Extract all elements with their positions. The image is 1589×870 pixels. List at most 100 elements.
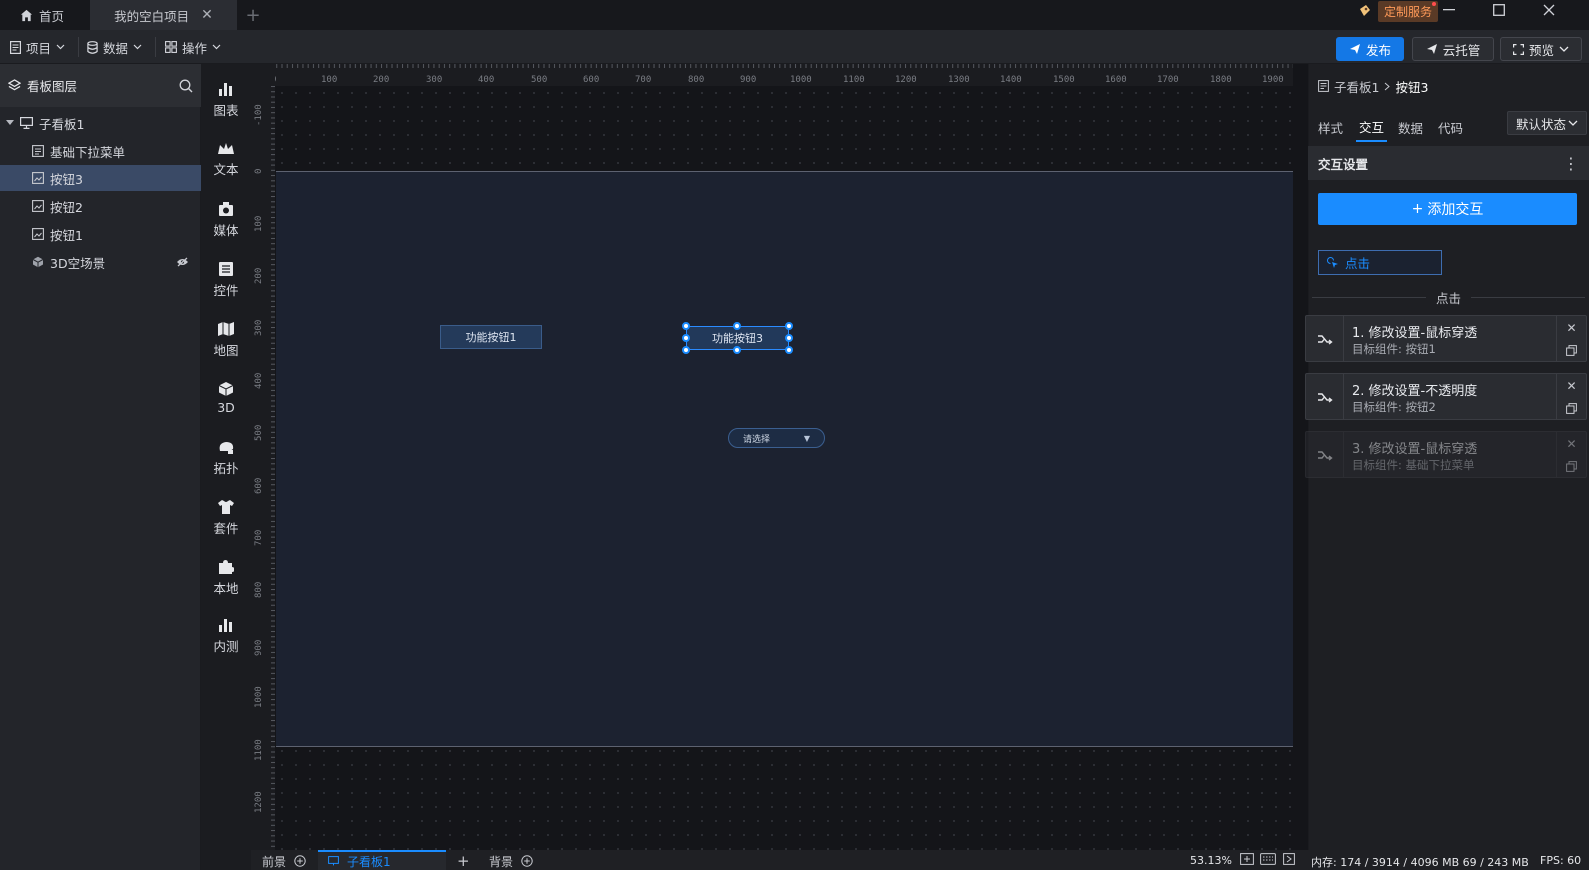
layer-item-button1[interactable]: 按钮1	[0, 221, 201, 247]
send-icon	[1349, 43, 1361, 55]
preview-button[interactable]: 预览	[1500, 37, 1582, 61]
component-text[interactable]: 文本	[201, 132, 251, 188]
chevron-down-icon[interactable]	[1559, 46, 1569, 52]
layers-header: 看板图层	[0, 64, 201, 107]
resize-handle[interactable]	[682, 346, 690, 354]
canvas-widget-dropdown[interactable]: 请选择 ▼	[728, 428, 825, 448]
add-circle-icon[interactable]	[521, 855, 533, 867]
dropdown-placeholder: 请选择	[743, 434, 771, 445]
component-media[interactable]: 媒体	[201, 192, 251, 248]
search-icon[interactable]	[179, 79, 193, 93]
maximize-icon[interactable]	[1476, 0, 1522, 20]
menu-operation-label: 操作	[182, 40, 208, 56]
ruler-tick-label: 700	[635, 75, 652, 85]
component-topology[interactable]: 拓扑	[201, 430, 251, 486]
tab-interaction[interactable]: 交互	[1356, 112, 1388, 142]
resize-handle[interactable]	[785, 334, 793, 342]
ruler-tick-label: 200	[254, 267, 264, 284]
menu-data[interactable]: 数据	[87, 30, 142, 64]
layer-item-board[interactable]: 子看板1	[0, 110, 201, 136]
state-select[interactable]: 默认状态	[1507, 111, 1587, 135]
tab-home-label: 首页	[39, 8, 65, 24]
action-title: 3. 修改设置-鼠标穿透	[1352, 442, 1478, 457]
interaction-action-1[interactable]: 1. 修改设置-鼠标穿透 目标组件: 按钮1 ✕	[1305, 315, 1587, 362]
ruler-tick-label: 400	[478, 75, 495, 85]
ruler-tick-label: 300	[426, 75, 443, 85]
component-control[interactable]: 控件	[201, 252, 251, 308]
resize-handle[interactable]	[785, 322, 793, 330]
page-tab-foreground[interactable]: 前景	[262, 852, 306, 870]
resize-handle[interactable]	[733, 322, 741, 330]
copy-icon[interactable]	[1566, 461, 1577, 472]
resize-handle[interactable]	[785, 346, 793, 354]
canvas-widget-button1[interactable]: 功能按钮1	[440, 325, 542, 349]
breadcrumb-item[interactable]: 子看板1	[1334, 77, 1379, 96]
component-local[interactable]: 本地	[201, 550, 251, 606]
trigger-click-tag[interactable]: 点击	[1318, 250, 1442, 275]
ruler-tick-label: 700	[254, 529, 264, 546]
tab-style[interactable]: 样式	[1318, 112, 1343, 142]
caret-down-icon[interactable]	[6, 120, 14, 126]
page-tab-sub-board[interactable]: 子看板1	[318, 850, 446, 870]
layer-item-3d-scene[interactable]: 3D空场景	[0, 249, 201, 275]
ruler-tick-label: 500	[531, 75, 548, 85]
toolbar-divider	[155, 37, 156, 57]
ruler-tick-label: 1600	[1105, 75, 1127, 85]
close-window-icon[interactable]	[1526, 0, 1572, 20]
interaction-action-2[interactable]: 2. 修改设置-不透明度 目标组件: 按钮2 ✕	[1305, 373, 1587, 420]
resize-handle[interactable]	[682, 334, 690, 342]
tab-home[interactable]: 首页	[8, 0, 88, 30]
tab-code[interactable]: 代码	[1438, 112, 1463, 142]
copy-icon[interactable]	[1566, 345, 1577, 356]
ruler-vertical: -100 0 100 200 300 400 500 600 700 800 9…	[251, 64, 275, 850]
board-icon	[20, 117, 33, 129]
add-page-icon[interactable]: +	[457, 852, 470, 870]
menu-project[interactable]: 项目	[10, 30, 65, 64]
more-vertical-icon[interactable]: ⋮	[1563, 154, 1579, 173]
close-icon[interactable]: ✕	[201, 7, 213, 23]
home-icon	[20, 9, 33, 22]
zoom-level[interactable]: 53.13%	[1190, 854, 1232, 867]
close-icon[interactable]: ✕	[1566, 321, 1576, 335]
close-icon[interactable]: ✕	[1566, 437, 1576, 451]
state-select-value: 默认状态	[1516, 116, 1567, 132]
component-chart[interactable]: 图表	[201, 72, 251, 128]
publish-label: 发布	[1365, 42, 1391, 58]
close-icon[interactable]: ✕	[1566, 379, 1576, 393]
layer-item-button2[interactable]: 按钮2	[0, 193, 201, 219]
resize-handle[interactable]	[682, 322, 690, 330]
tab-data[interactable]: 数据	[1398, 112, 1423, 142]
keyboard-icon[interactable]	[1260, 853, 1276, 865]
component-3d[interactable]: 3D	[201, 370, 251, 426]
add-circle-icon[interactable]	[294, 855, 306, 867]
tab-project[interactable]: 我的空白项目 ✕	[90, 0, 237, 30]
sub-board-canvas[interactable]	[276, 171, 1293, 747]
minimize-icon[interactable]	[1426, 0, 1472, 20]
component-suite[interactable]: 套件	[201, 490, 251, 546]
copy-icon[interactable]	[1566, 403, 1577, 414]
component-label: 本地	[213, 581, 239, 596]
layer-item-button3[interactable]: 按钮3	[0, 165, 201, 191]
add-tab-icon[interactable]: +	[240, 0, 266, 30]
ruler-tick-label: 800	[688, 75, 705, 85]
widget-button1-label: 功能按钮1	[465, 331, 517, 344]
component-beta[interactable]: 内测	[201, 608, 251, 664]
cloud-hosting-button[interactable]: 云托管	[1412, 37, 1494, 61]
shuffle-icon	[1306, 374, 1344, 419]
fit-screen-icon[interactable]	[1240, 853, 1254, 865]
page-tab-background[interactable]: 背景	[489, 852, 533, 870]
resize-handle[interactable]	[733, 346, 741, 354]
ruler-tick-label: 100	[321, 75, 338, 85]
layer-item-dropdown[interactable]: 基础下拉菜单	[0, 138, 201, 164]
menu-operation[interactable]: 操作	[165, 30, 221, 64]
menu-project-label: 项目	[26, 40, 52, 56]
add-interaction-button[interactable]: + 添加交互	[1318, 193, 1577, 225]
event-divider-label: 点击	[1436, 290, 1462, 306]
chevron-down-icon	[212, 44, 221, 50]
expand-icon[interactable]	[1283, 853, 1295, 865]
eye-hidden-icon[interactable]	[176, 257, 189, 267]
interaction-action-3[interactable]: 3. 修改设置-鼠标穿透 目标组件: 基础下拉菜单 ✕	[1305, 431, 1587, 478]
add-interaction-label: 添加交互	[1427, 202, 1484, 218]
component-map[interactable]: 地图	[201, 312, 251, 368]
publish-button[interactable]: 发布	[1336, 37, 1404, 61]
